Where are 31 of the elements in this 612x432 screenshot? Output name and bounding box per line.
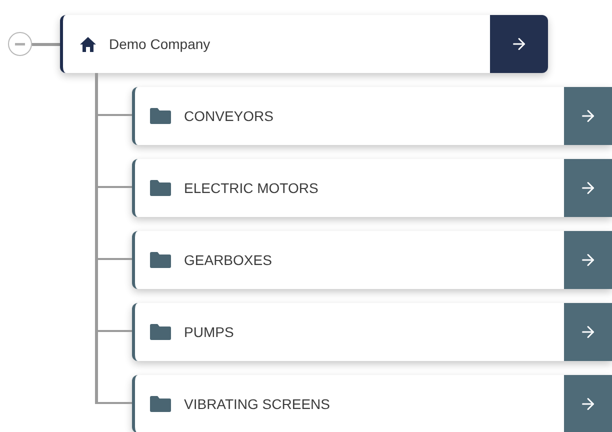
folder-icon (150, 324, 171, 340)
folder-icon (150, 108, 171, 124)
node-label: ELECTRIC MOTORS (184, 180, 318, 196)
node-label: VIBRATING SCREENS (184, 396, 330, 412)
arrow-right-icon (579, 395, 597, 413)
node-label: Demo Company (109, 36, 210, 52)
node-label: CONVEYORS (184, 108, 274, 124)
arrow-right-icon (579, 251, 597, 269)
home-icon (80, 36, 96, 52)
arrow-right-icon (579, 323, 597, 341)
open-button[interactable] (564, 87, 612, 145)
tree-node-card[interactable]: PUMPS (132, 303, 612, 361)
tree-node-card[interactable]: GEARBOXES (132, 231, 612, 289)
open-button[interactable] (564, 303, 612, 361)
folder-icon (150, 396, 171, 412)
open-button[interactable] (490, 15, 548, 73)
open-button[interactable] (564, 375, 612, 432)
node-label: GEARBOXES (184, 252, 272, 268)
arrow-right-icon (579, 107, 597, 125)
folder-icon (150, 252, 171, 268)
arrow-right-icon (579, 179, 597, 197)
open-button[interactable] (564, 231, 612, 289)
collapse-button[interactable] (8, 32, 32, 56)
tree-node-card[interactable]: CONVEYORS (132, 87, 612, 145)
arrow-right-icon (510, 35, 528, 53)
tree-node-card[interactable]: Demo Company (60, 15, 548, 73)
tree-node-card[interactable]: ELECTRIC MOTORS (132, 159, 612, 217)
folder-icon (150, 180, 171, 196)
node-label: PUMPS (184, 324, 234, 340)
open-button[interactable] (564, 159, 612, 217)
tree-node-card[interactable]: VIBRATING SCREENS (132, 375, 612, 432)
